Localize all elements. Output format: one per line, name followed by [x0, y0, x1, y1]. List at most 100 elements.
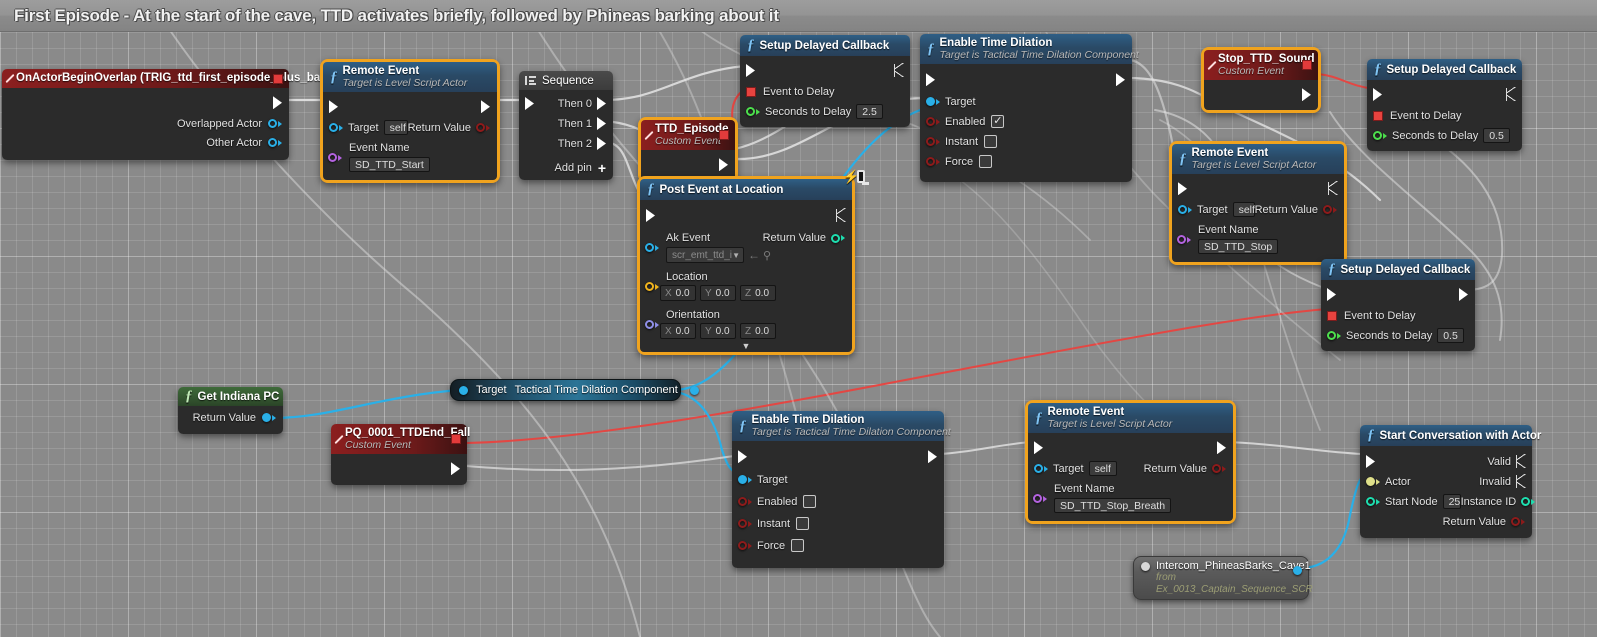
- force-checkbox[interactable]: [979, 155, 993, 169]
- exec-in-pin[interactable]: [926, 73, 935, 87]
- node-ttd-component-reroute[interactable]: Target Tactical Time Dilation Component: [450, 379, 699, 401]
- variable-out-pin[interactable]: [1293, 566, 1302, 575]
- exec-in-pin[interactable]: [646, 209, 655, 222]
- plus-icon[interactable]: +: [598, 161, 606, 175]
- exec-out-pin[interactable]: [1217, 441, 1226, 455]
- then0-pin[interactable]: [597, 97, 606, 110]
- return-value-pin[interactable]: [1511, 517, 1520, 526]
- node-pq-0001-ttdend-fall[interactable]: PQ_0001_TTDEnd_Fall Custom Event: [331, 424, 470, 486]
- reroute-out-pin[interactable]: [689, 385, 699, 395]
- force-checkbox[interactable]: [791, 539, 805, 553]
- exec-out-pin[interactable]: [1459, 288, 1468, 301]
- seconds-to-delay-value[interactable]: 0.5: [1483, 128, 1510, 143]
- instant-checkbox[interactable]: [984, 135, 998, 149]
- orientation-y-field[interactable]: Y 0.0: [700, 323, 736, 339]
- node-on-actor-begin-overlap[interactable]: OnActorBeginOverlap (TRIG_ttd_first_epis…: [2, 69, 335, 161]
- event-delegate-pin[interactable]: [1302, 60, 1312, 71]
- event-name-value[interactable]: SD_TTD_Stop_Breath: [1054, 497, 1172, 513]
- instant-pin[interactable]: [738, 519, 747, 529]
- target-value[interactable]: self: [1088, 461, 1117, 477]
- start-node-value[interactable]: 25: [1442, 494, 1461, 509]
- exec-out-pin[interactable]: [1302, 88, 1311, 102]
- exec-in-pin[interactable]: [746, 64, 755, 77]
- overlapped-actor-pin[interactable]: [268, 119, 277, 129]
- seconds-to-delay-pin[interactable]: [1327, 331, 1336, 340]
- location-pin[interactable]: [645, 282, 654, 291]
- return-value-pin[interactable]: [476, 123, 485, 133]
- instant-pin[interactable]: [926, 137, 935, 147]
- seconds-to-delay-pin[interactable]: [746, 107, 755, 116]
- event-name-value[interactable]: SD_TTD_Start: [349, 156, 430, 172]
- exec-in-pin[interactable]: [1373, 88, 1382, 101]
- actor-pin[interactable]: [1366, 477, 1375, 486]
- node-expander-arrow[interactable]: ▼: [640, 340, 852, 351]
- event-delegate-pin[interactable]: [451, 434, 461, 445]
- return-value-pin[interactable]: [1323, 205, 1332, 215]
- enabled-pin[interactable]: [926, 117, 935, 127]
- orientation-z-field[interactable]: Z 0.0: [740, 323, 776, 339]
- browse-back-icon[interactable]: ←: [748, 248, 760, 262]
- exec-in-pin[interactable]: [1178, 182, 1187, 196]
- exec-out-pin[interactable]: [1506, 87, 1516, 101]
- node-start-conversation-with-actor[interactable]: ƒ Start Conversation with Actor Valid Ac…: [1360, 425, 1541, 538]
- event-to-delay-pin[interactable]: [1327, 310, 1337, 321]
- event-name-value[interactable]: SD_TTD_Stop: [1198, 238, 1279, 254]
- exec-out-pin[interactable]: [836, 208, 846, 222]
- node-intercom-phineasbarks-cave1[interactable]: Intercom_PhineasBarks_Cave1 from Ex_0013…: [1133, 556, 1313, 600]
- location-z-field[interactable]: Z 0.0: [740, 285, 776, 301]
- other-actor-pin[interactable]: [268, 138, 277, 148]
- force-pin[interactable]: [738, 541, 747, 551]
- invalid-exec-pin[interactable]: [1516, 474, 1526, 488]
- exec-out-pin[interactable]: [928, 450, 937, 464]
- node-sequence[interactable]: Sequence Then 0 Then 1 Then 2 Add pin +: [519, 71, 613, 180]
- row-add-pin[interactable]: Add pin +: [519, 159, 613, 176]
- enabled-checkbox[interactable]: [803, 495, 817, 509]
- target-pin[interactable]: [1034, 464, 1043, 474]
- event-to-delay-pin[interactable]: [746, 86, 756, 97]
- instant-checkbox[interactable]: [796, 517, 810, 531]
- enabled-pin[interactable]: [738, 497, 747, 507]
- exec-out-pin[interactable]: [481, 100, 490, 114]
- exec-in-pin[interactable]: [738, 450, 747, 464]
- orientation-x-field[interactable]: X 0.0: [660, 323, 696, 339]
- node-enable-time-dilation-bottom[interactable]: ƒ Enable Time Dilation Target is Tactica…: [732, 411, 951, 569]
- node-ttd-episode[interactable]: TTD_Episode Custom Event: [638, 117, 738, 184]
- exec-out-pin[interactable]: [451, 462, 460, 476]
- blueprint-graph-canvas[interactable]: First Episode - At the start of the cave…: [0, 0, 1597, 637]
- force-pin[interactable]: [926, 157, 935, 167]
- target-pin[interactable]: [329, 123, 338, 133]
- return-value-pin[interactable]: [1212, 464, 1221, 474]
- node-get-indiana-pc[interactable]: ƒ Get Indiana PC Return Value: [178, 387, 283, 434]
- orientation-pin[interactable]: [645, 320, 654, 329]
- node-remote-event-start[interactable]: ƒ Remote Event Target is Level Script Ac…: [320, 59, 500, 184]
- node-stop-ttd-sound[interactable]: Stop_TTD_Sound Custom Event: [1201, 47, 1321, 114]
- reroute-in-pin[interactable]: [459, 385, 468, 395]
- node-post-event-at-location[interactable]: ƒ Post Event at Location Ak Event Return…: [637, 176, 855, 355]
- target-pin[interactable]: [1178, 205, 1187, 215]
- exec-in-pin[interactable]: [1034, 441, 1043, 455]
- variable-self-pin[interactable]: [1141, 562, 1150, 571]
- exec-in-pin[interactable]: [1327, 288, 1336, 301]
- start-node-pin[interactable]: [1366, 497, 1375, 506]
- target-value[interactable]: self: [1232, 202, 1255, 218]
- exec-out-pin[interactable]: [1116, 73, 1125, 87]
- location-x-field[interactable]: X 0.0: [660, 285, 696, 301]
- node-remote-event-stop[interactable]: ƒ Remote Event Target is Level Script Ac…: [1169, 141, 1347, 266]
- node-setup-delayed-callback-0-5-a[interactable]: ƒ Setup Delayed Callback Event to Delay …: [1367, 59, 1522, 151]
- exec-out-pin[interactable]: [719, 158, 728, 172]
- node-enable-time-dilation-top[interactable]: ƒ Enable Time Dilation Target is Tactica…: [920, 34, 1139, 183]
- seconds-to-delay-value[interactable]: 0.5: [1437, 328, 1464, 343]
- target-pin[interactable]: [926, 97, 935, 107]
- node-setup-delayed-callback-2-5[interactable]: ƒ Setup Delayed Callback Event to Delay …: [740, 35, 910, 127]
- exec-in-pin[interactable]: [329, 100, 338, 114]
- return-value-pin[interactable]: [262, 413, 271, 422]
- node-setup-delayed-callback-0-5-b[interactable]: ƒ Setup Delayed Callback Event to Delay …: [1321, 259, 1475, 351]
- event-delegate-pin[interactable]: [719, 130, 729, 141]
- exec-out-pin[interactable]: [894, 63, 904, 77]
- target-pin[interactable]: [738, 475, 747, 485]
- valid-exec-pin[interactable]: [1516, 454, 1526, 468]
- search-icon[interactable]: ⚲: [763, 249, 771, 262]
- exec-out-pin[interactable]: [273, 96, 282, 110]
- then2-pin[interactable]: [597, 137, 606, 150]
- target-value[interactable]: self: [383, 120, 408, 136]
